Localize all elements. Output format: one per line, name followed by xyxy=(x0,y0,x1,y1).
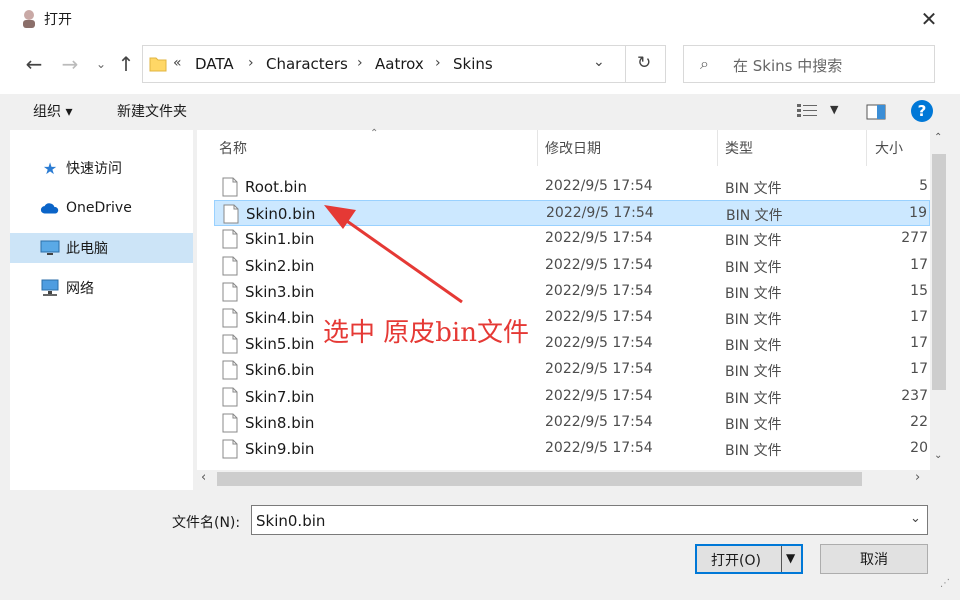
annotation-text: 选中 原皮bin文件 xyxy=(323,318,529,348)
annotation-arrow xyxy=(324,205,463,304)
